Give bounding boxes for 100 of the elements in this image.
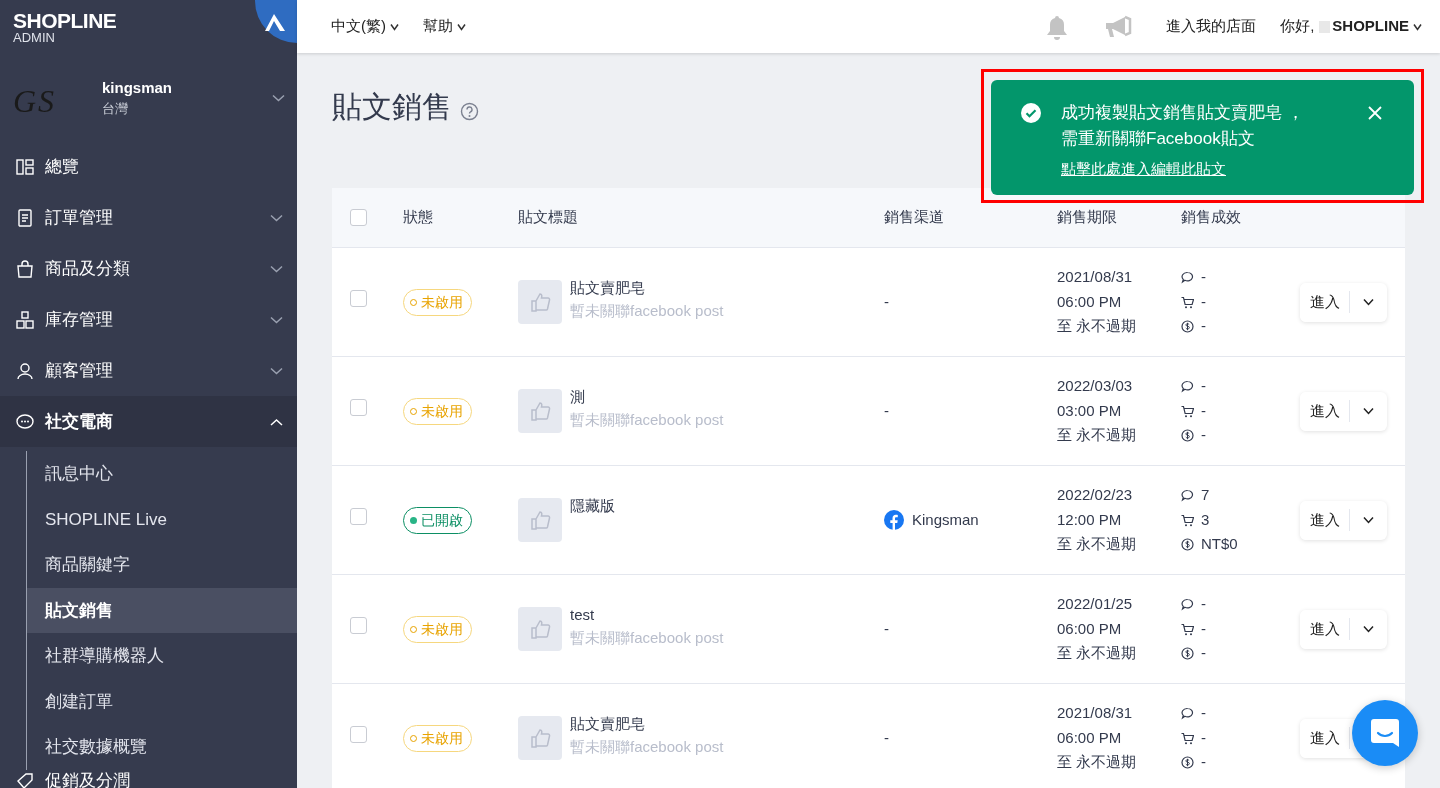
sidebar-subitem[interactable]: 創建訂單	[27, 678, 297, 724]
cart-icon	[1181, 731, 1194, 745]
sidebar-subitem[interactable]: 貼文銷售	[27, 587, 297, 633]
period-text: 2022/02/23	[1057, 485, 1134, 506]
sidebar-item[interactable]: 顧客管理	[0, 345, 297, 396]
column-header: 貼文標題	[518, 207, 579, 228]
column-header: 銷售期限	[1057, 207, 1118, 228]
post-title: 測	[570, 387, 586, 407]
menu-dropdown[interactable]: 中文(繁)	[331, 15, 399, 38]
enter-button[interactable]: 進入	[1300, 500, 1349, 540]
enter-button[interactable]: 進入	[1300, 391, 1349, 431]
post-title: 貼文賣肥皂	[570, 278, 646, 298]
status-badge: 未啟用	[403, 724, 472, 752]
stat-value: -	[1201, 400, 1206, 421]
channel-name: -	[884, 618, 889, 639]
period-text: 12:00 PM	[1057, 509, 1123, 530]
sidebar-subitem[interactable]: 訊息中心	[27, 451, 297, 497]
dollar-icon	[1181, 429, 1194, 442]
comment-icon	[1181, 598, 1194, 611]
chevron-icon	[270, 264, 283, 273]
chevron-icon	[457, 22, 466, 31]
chat-bubble-icon	[1369, 717, 1401, 749]
row-checkbox[interactable]	[350, 508, 367, 526]
row-checkbox[interactable]	[350, 290, 367, 308]
period-text: 06:00 PM	[1057, 291, 1123, 312]
stat-value: NT$0	[1201, 534, 1238, 555]
close-icon[interactable]	[1368, 106, 1382, 120]
channel-name: Kingsman	[912, 509, 979, 530]
thumbs-up-icon	[529, 509, 551, 531]
stat-value: -	[1201, 291, 1206, 312]
comment-icon	[1181, 489, 1194, 502]
sidebar-item[interactable]: 商品及分類	[0, 243, 297, 294]
sidebar-item[interactable]: 社交電商	[0, 396, 297, 447]
facebook-icon	[884, 510, 904, 530]
stat-value: -	[1201, 643, 1206, 664]
period-text: 至 永不過期	[1057, 425, 1138, 446]
menu-dropdown[interactable]: 幫助	[423, 15, 466, 38]
cart-icon	[1181, 295, 1194, 309]
channel-name: -	[884, 727, 889, 748]
stat-value: -	[1201, 594, 1206, 615]
sidebar-item[interactable]: 促銷及分潤	[0, 771, 297, 788]
boxes-icon	[16, 310, 34, 329]
chevron-icon	[1413, 22, 1422, 31]
chevron-icon	[1363, 298, 1374, 306]
enter-button[interactable]: 進入	[1300, 718, 1349, 758]
sidebar-item[interactable]: 訂單管理	[0, 192, 297, 243]
channel-name: -	[884, 400, 889, 421]
enter-button[interactable]: 進入	[1300, 282, 1349, 322]
period-text: 2021/08/31	[1057, 267, 1134, 288]
dollar-icon	[1181, 320, 1194, 333]
chevron-icon	[270, 213, 283, 222]
thumbs-up-icon	[529, 618, 551, 640]
chevron-icon	[1363, 516, 1374, 524]
post-subtitle: 暫未關聯facebook post	[570, 409, 724, 430]
column-header: 銷售渠道	[884, 207, 945, 228]
period-text: 2022/03/03	[1057, 376, 1134, 397]
status-badge: 已開啟	[403, 506, 472, 534]
user-menu[interactable]: 你好, SHOPLINE	[1280, 15, 1422, 38]
period-text: 至 永不過期	[1057, 534, 1138, 555]
row-checkbox[interactable]	[350, 726, 367, 744]
sidebar-subitem[interactable]: 社群導購機器人	[27, 633, 297, 679]
post-title: test	[570, 605, 596, 625]
megaphone-icon[interactable]	[1104, 13, 1133, 40]
post-title: 隱藏版	[570, 496, 615, 516]
thumbs-up-icon	[529, 727, 551, 749]
sidebar-item[interactable]: 庫存管理	[0, 294, 297, 345]
chat-icon	[16, 412, 34, 431]
help-icon[interactable]	[460, 102, 479, 121]
row-checkbox[interactable]	[350, 617, 367, 635]
chevron-icon	[390, 22, 399, 31]
overview-icon	[16, 157, 34, 176]
chevron-icon	[272, 93, 285, 102]
period-text: 2022/01/25	[1057, 594, 1134, 615]
channel-name: -	[884, 291, 889, 312]
thumbs-up-icon	[529, 400, 551, 422]
period-text: 至 永不過期	[1057, 643, 1138, 664]
stat-value: 3	[1201, 509, 1210, 530]
page-title: 貼文銷售	[332, 89, 452, 125]
edit-post-link[interactable]: 點擊此處進入編輯此貼文	[1061, 160, 1226, 177]
status-badge: 未啟用	[403, 397, 472, 425]
comment-icon	[1181, 707, 1194, 720]
column-header: 狀態	[403, 207, 434, 228]
sidebar-item[interactable]: 總覽	[0, 141, 297, 192]
store-name: kingsman	[102, 77, 174, 98]
logo-subtitle: ADMIN	[13, 31, 55, 44]
select-all-checkbox[interactable]	[350, 209, 367, 226]
period-text: 03:00 PM	[1057, 400, 1123, 421]
enter-button[interactable]: 進入	[1300, 609, 1349, 649]
row-checkbox[interactable]	[350, 399, 367, 417]
status-badge: 未啟用	[403, 288, 472, 316]
comment-icon	[1181, 271, 1194, 284]
sidebar-subitem[interactable]: SHOPLINE Live	[27, 496, 297, 542]
post-subtitle: 暫未關聯facebook post	[570, 300, 724, 321]
sidebar-subitem[interactable]: 社交數據概覽	[27, 724, 297, 770]
stat-value: 7	[1201, 485, 1210, 506]
document-icon	[16, 208, 34, 227]
sidebar-subitem[interactable]: 商品關鍵字	[27, 542, 297, 588]
dollar-icon	[1181, 647, 1194, 660]
cart-icon	[1181, 404, 1194, 418]
storefront-link[interactable]: 進入我的店面	[1166, 15, 1257, 38]
